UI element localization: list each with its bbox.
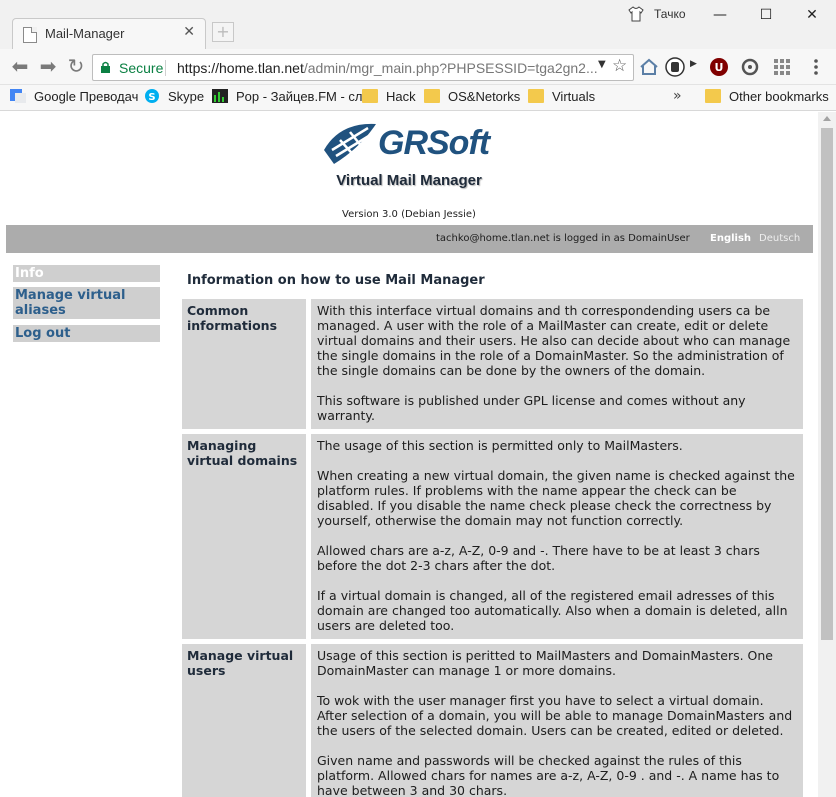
- section-body: Usage of this section is peritted to Mai…: [311, 644, 803, 797]
- secure-label: Secure: [119, 60, 164, 76]
- bookmarks-bar: Google Преводач S Skype Pop - Зайцев.FM -…: [0, 85, 836, 111]
- section-paragraph: This software is published under GPL lic…: [317, 393, 746, 423]
- folder-icon: [362, 89, 378, 103]
- section-body: The usage of this section is permitted o…: [311, 434, 803, 639]
- lock-icon: [101, 61, 110, 73]
- maximize-button[interactable]: ☐: [746, 2, 786, 28]
- bookmark-label: Google Преводач: [34, 89, 139, 104]
- scrollbar-thumb[interactable]: [821, 128, 833, 640]
- section-heading: Common informations: [182, 299, 306, 429]
- section-paragraph: Usage of this section is peritted to Mai…: [317, 648, 773, 678]
- section-heading: Managing virtual domains: [182, 434, 306, 639]
- language-deutsch-link[interactable]: Deutsch: [759, 233, 800, 244]
- bookmark-pop-zaycev[interactable]: Pop - Зайцев.FM - сл: [212, 89, 362, 107]
- close-tab-icon[interactable]: ✕: [183, 24, 195, 40]
- url-path: /admin/mgr_main.php?PHPSESSID=tga2gn2...: [303, 60, 598, 76]
- equalizer-icon: [212, 89, 228, 103]
- bookmark-virtuals[interactable]: Virtuals: [528, 89, 595, 107]
- new-tab-button[interactable]: +: [212, 22, 234, 42]
- section-heading: Manage virtual users: [182, 644, 306, 797]
- section-paragraph: Allowed chars are a-z, A-Z, 0-9 and -. T…: [317, 543, 760, 573]
- grsoft-logo: GRSoft: [320, 118, 500, 170]
- browser-toolbar: ⬅ ➡ ↻ Secure https://home.tlan.net/admin…: [0, 49, 836, 85]
- back-button[interactable]: ⬅: [8, 55, 32, 79]
- info-section-common: Common informations With this interface …: [182, 299, 803, 429]
- bookmark-label: Skype: [168, 89, 205, 104]
- section-body: With this interface virtual domains and …: [311, 299, 803, 429]
- info-section-users: Manage virtual users Usage of this secti…: [182, 644, 803, 797]
- section-paragraph: To wok with the user manager first you h…: [317, 693, 793, 738]
- page-viewport: GRSoft Virtual Mail Manager Version 3.0 …: [0, 112, 818, 797]
- reload-button[interactable]: ↻: [64, 55, 88, 79]
- skype-icon: S: [145, 89, 159, 103]
- extension-arrow-icon[interactable]: ▶: [690, 59, 710, 79]
- window-titlebar: Mail-Manager ✕ + Тачко — ☐ ✕: [0, 0, 836, 49]
- profile-name[interactable]: Тачко: [654, 7, 686, 21]
- section-paragraph: If a virtual domain is changed, all of t…: [317, 588, 788, 633]
- close-window-button[interactable]: ✕: [792, 2, 832, 28]
- menu-item-logout[interactable]: Log out: [13, 325, 160, 344]
- logo-text: GRSoft: [378, 124, 490, 162]
- folder-icon: [424, 89, 440, 103]
- profile-shirt-icon[interactable]: [628, 6, 644, 22]
- sync-extension-icon[interactable]: [740, 57, 760, 77]
- address-bar[interactable]: Secure https://home.tlan.net/admin/mgr_m…: [92, 54, 634, 81]
- url-host: https://home.tlan.net: [177, 60, 304, 76]
- home-icon[interactable]: [639, 57, 659, 77]
- user-status-bar: tachko@home.tlan.net is logged in as Dom…: [6, 225, 813, 253]
- google-translate-icon: [10, 89, 26, 103]
- apps-grid-icon[interactable]: [772, 57, 792, 77]
- svg-text:S: S: [148, 92, 155, 103]
- bookmark-hack[interactable]: Hack: [362, 89, 416, 107]
- section-paragraph: With this interface virtual domains and …: [317, 303, 791, 378]
- version-label: Version 3.0 (Debian Jessie): [342, 209, 476, 220]
- folder-icon: [705, 89, 721, 103]
- minimize-button[interactable]: —: [700, 2, 740, 28]
- section-paragraph: The usage of this section is permitted o…: [317, 438, 683, 453]
- other-bookmarks-label: Other bookmarks: [729, 89, 829, 104]
- bookmark-label: Virtuals: [552, 89, 596, 104]
- bookmark-skype[interactable]: S Skype: [144, 89, 204, 107]
- bookmark-label: Hack: [386, 89, 416, 104]
- url-text[interactable]: https://home.tlan.net/admin/mgr_main.php…: [177, 60, 598, 76]
- menu-icon[interactable]: [806, 57, 826, 77]
- tab-title: Mail-Manager: [45, 26, 125, 41]
- section-paragraph: Given name and passwords will be checked…: [317, 753, 780, 797]
- omnibox-divider: [165, 60, 166, 76]
- svg-text:U: U: [715, 61, 724, 74]
- more-bookmarks-button[interactable]: »: [673, 88, 682, 104]
- app-title: Virtual Mail Manager: [336, 172, 482, 189]
- ublock-icon[interactable]: U: [709, 57, 729, 77]
- bookmark-star-icon[interactable]: ☆: [612, 56, 627, 76]
- language-english-link[interactable]: English: [710, 233, 751, 244]
- omnibox-dropdown-icon[interactable]: ▼: [598, 59, 606, 70]
- bookmark-google-translate[interactable]: Google Преводач: [10, 89, 138, 107]
- scroll-up-arrow-icon[interactable]: [823, 116, 831, 121]
- hand-extension-icon[interactable]: [665, 57, 685, 77]
- page-icon: [23, 27, 37, 43]
- section-paragraph: When creating a new virtual domain, the …: [317, 468, 795, 528]
- browser-tab[interactable]: Mail-Manager ✕: [12, 18, 206, 49]
- menu-item-manage-aliases[interactable]: Manage virtual aliases: [13, 287, 160, 321]
- info-section-domains: Managing virtual domains The usage of th…: [182, 434, 803, 639]
- folder-icon: [528, 89, 544, 103]
- login-info: tachko@home.tlan.net is logged in as Dom…: [436, 233, 690, 244]
- other-bookmarks[interactable]: Other bookmarks: [705, 89, 829, 107]
- bookmark-label: OS&Netorks: [448, 89, 521, 104]
- vertical-scrollbar[interactable]: [818, 112, 836, 797]
- forward-button[interactable]: ➡: [36, 55, 60, 79]
- bookmark-os-networks[interactable]: OS&Netorks: [424, 89, 520, 107]
- logo-globe-icon: [324, 123, 376, 164]
- page-title: Information on how to use Mail Manager: [187, 273, 485, 288]
- menu-item-info[interactable]: Info: [13, 265, 160, 284]
- bookmark-label: Pop - Зайцев.FM - сл: [236, 89, 363, 104]
